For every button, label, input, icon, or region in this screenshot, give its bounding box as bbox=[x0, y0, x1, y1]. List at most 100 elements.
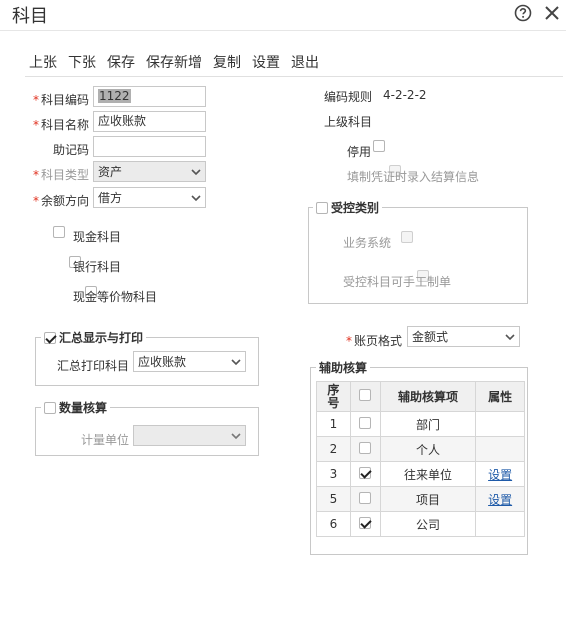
summary-print-label: 汇总打印科目 bbox=[57, 359, 130, 373]
aux-attr: 设置 bbox=[475, 486, 525, 512]
aux-check-cell bbox=[349, 411, 381, 437]
table-row: 1 部门 bbox=[316, 411, 525, 437]
aux-seq: 5 bbox=[316, 486, 351, 512]
quantity-legend: 数量核算 bbox=[41, 399, 111, 416]
bank-label: 银行科目 bbox=[73, 260, 122, 274]
required-mark: * bbox=[33, 168, 39, 182]
copy-button[interactable]: 复制 bbox=[213, 52, 241, 72]
window-title: 科目 bbox=[12, 6, 48, 27]
table-row: 6 公司 bbox=[316, 511, 525, 537]
name-input[interactable]: 应收账款 bbox=[93, 111, 206, 132]
settings-button[interactable]: 设置 bbox=[252, 52, 280, 72]
balance-select[interactable]: 借方 bbox=[93, 187, 206, 208]
manual-label: 受控科目可手工制单 bbox=[343, 275, 452, 289]
close-icon[interactable] bbox=[543, 4, 561, 22]
aux-attr: 设置 bbox=[475, 461, 525, 487]
code-input[interactable]: 1122 bbox=[93, 86, 206, 107]
aux-row-checkbox[interactable] bbox=[359, 441, 372, 454]
table-row: 3 往来单位 设置 bbox=[316, 461, 525, 487]
next-button[interactable]: 下张 bbox=[68, 52, 96, 72]
title-divider bbox=[0, 30, 566, 31]
aux-item: 往来单位 bbox=[379, 461, 477, 487]
ledger-label: * 账页格式 bbox=[346, 334, 403, 348]
balance-label: * 余额方向 bbox=[33, 194, 90, 208]
aux-header-item: 辅助核算项 bbox=[379, 381, 477, 412]
ledger-select[interactable]: 金额式 bbox=[407, 326, 520, 347]
required-mark: * bbox=[33, 194, 39, 208]
aux-header-row: 序号 辅助核算项 属性 bbox=[316, 381, 525, 412]
summary-checkbox[interactable] bbox=[44, 331, 56, 344]
aux-attr bbox=[475, 411, 525, 437]
business-label: 业务系统 bbox=[343, 236, 392, 250]
mnemonic-input[interactable] bbox=[93, 136, 206, 157]
aux-row-checkbox[interactable] bbox=[359, 516, 372, 529]
required-mark: * bbox=[33, 118, 39, 132]
aux-check-cell bbox=[349, 461, 381, 487]
aux-settings-link[interactable]: 设置 bbox=[488, 468, 512, 482]
chevron-down-icon bbox=[231, 358, 241, 365]
aux-row-checkbox[interactable] bbox=[359, 466, 372, 479]
aux-title: 辅助核算 bbox=[319, 361, 368, 375]
controlled-legend: 受控类别 bbox=[313, 199, 383, 216]
cash-equiv-label: 现金等价物科目 bbox=[73, 290, 158, 304]
balance-select-value: 借方 bbox=[98, 191, 123, 205]
aux-seq: 2 bbox=[316, 436, 351, 462]
unit-label: 计量单位 bbox=[81, 433, 130, 447]
aux-header-attr: 属性 bbox=[475, 381, 525, 412]
aux-check-cell bbox=[349, 486, 381, 512]
code-label: * 科目编码 bbox=[33, 93, 90, 107]
aux-row-checkbox[interactable] bbox=[359, 416, 372, 429]
controlled-checkbox[interactable] bbox=[316, 201, 328, 214]
business-checkbox[interactable] bbox=[401, 231, 414, 243]
aux-seq: 1 bbox=[316, 411, 351, 437]
chevron-down-icon bbox=[231, 432, 241, 439]
unit-select[interactable] bbox=[133, 425, 246, 446]
aux-settings-link[interactable]: 设置 bbox=[488, 493, 512, 507]
aux-header-seq: 序号 bbox=[316, 381, 351, 412]
aux-item: 部门 bbox=[379, 411, 477, 437]
required-mark: * bbox=[346, 334, 352, 348]
controlled-title: 受控类别 bbox=[331, 201, 380, 215]
quantity-checkbox[interactable] bbox=[44, 401, 56, 414]
summary-print-value: 应收账款 bbox=[138, 355, 187, 369]
quantity-title: 数量核算 bbox=[59, 401, 108, 415]
exit-button[interactable]: 退出 bbox=[291, 52, 319, 72]
type-select-value: 资产 bbox=[98, 165, 123, 179]
coding-rule-label: 编码规则 bbox=[324, 90, 373, 104]
save-new-button[interactable]: 保存新增 bbox=[146, 52, 202, 72]
settlement-label: 填制凭证时录入结算信息 bbox=[347, 170, 480, 184]
aux-row-checkbox[interactable] bbox=[359, 491, 372, 504]
help-icon[interactable] bbox=[514, 4, 532, 22]
toolbar-divider bbox=[25, 76, 563, 77]
aux-header-check bbox=[349, 381, 381, 412]
aux-item: 个人 bbox=[379, 436, 477, 462]
aux-table: 序号 辅助核算项 属性 1 部门 2 个人 3 往来单位 设置 5 项目 设置 … bbox=[316, 381, 525, 537]
disable-checkbox[interactable] bbox=[373, 140, 386, 152]
aux-check-cell bbox=[349, 436, 381, 462]
prev-button[interactable]: 上张 bbox=[29, 52, 57, 72]
aux-item: 公司 bbox=[379, 511, 477, 537]
chevron-down-icon bbox=[191, 194, 201, 201]
aux-seq: 3 bbox=[316, 461, 351, 487]
aux-check-cell bbox=[349, 511, 381, 537]
table-row: 2 个人 bbox=[316, 436, 525, 462]
summary-title: 汇总显示与打印 bbox=[59, 331, 144, 345]
type-label: * 科目类型 bbox=[33, 168, 90, 182]
save-button[interactable]: 保存 bbox=[107, 52, 135, 72]
aux-attr bbox=[475, 511, 525, 537]
required-mark: * bbox=[33, 93, 39, 107]
aux-attr bbox=[475, 436, 525, 462]
summary-print-select[interactable]: 应收账款 bbox=[133, 351, 246, 372]
chevron-down-icon bbox=[191, 168, 201, 175]
aux-select-all-checkbox[interactable] bbox=[359, 389, 372, 401]
summary-legend: 汇总显示与打印 bbox=[41, 329, 147, 346]
cash-label: 现金科目 bbox=[73, 230, 122, 244]
aux-header-seq-text: 序号 bbox=[327, 382, 340, 410]
table-row: 5 项目 设置 bbox=[316, 486, 525, 512]
cash-checkbox[interactable] bbox=[53, 226, 65, 238]
type-select[interactable]: 资产 bbox=[93, 161, 206, 182]
toolbar: 上张 下张 保存 保存新增 复制 设置 退出 bbox=[29, 52, 330, 72]
aux-item: 项目 bbox=[379, 486, 477, 512]
name-label: * 科目名称 bbox=[33, 118, 90, 132]
aux-seq: 6 bbox=[316, 511, 351, 537]
